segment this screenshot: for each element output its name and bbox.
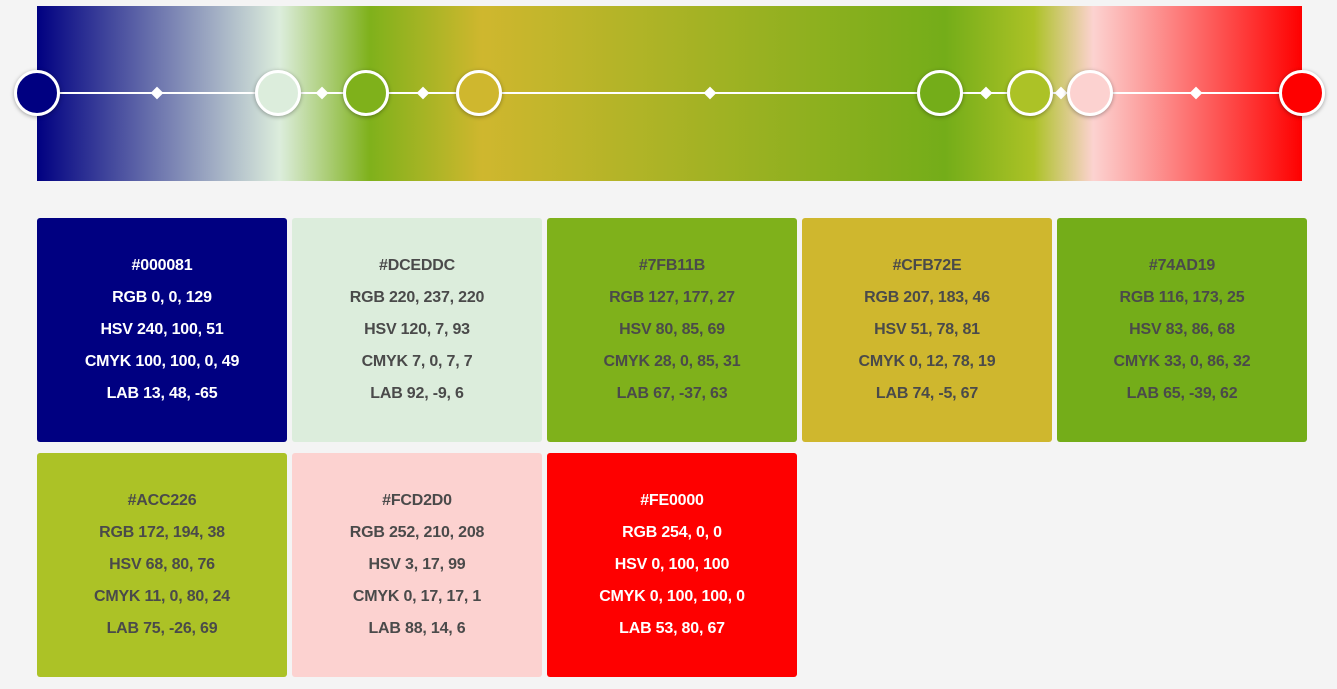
swatch-hsv: HSV 240, 100, 51 bbox=[100, 321, 224, 338]
gradient-stop-handle[interactable] bbox=[1067, 70, 1113, 116]
swatch-lab: LAB 75, -26, 69 bbox=[106, 620, 218, 637]
gradient-stop-handle[interactable] bbox=[1007, 70, 1053, 116]
swatch-hsv: HSV 3, 17, 99 bbox=[368, 556, 466, 573]
swatch-hex: #000081 bbox=[131, 257, 193, 274]
swatch-cmyk: CMYK 11, 0, 80, 24 bbox=[93, 588, 231, 605]
swatch-rgb: RGB 116, 173, 25 bbox=[1119, 289, 1245, 306]
swatch-rgb: RGB 252, 210, 208 bbox=[349, 524, 485, 541]
swatch-rgb: RGB 127, 177, 27 bbox=[609, 289, 735, 306]
swatch-hsv: HSV 68, 80, 76 bbox=[109, 556, 215, 573]
swatch-hex: #74AD19 bbox=[1148, 257, 1216, 274]
gradient-editor: #000081 RGB 0, 0, 129 HSV 240, 100, 51 C… bbox=[0, 0, 1337, 689]
color-swatch-card[interactable]: #000081 RGB 0, 0, 129 HSV 240, 100, 51 C… bbox=[37, 218, 287, 442]
swatch-cmyk: CMYK 0, 12, 78, 19 bbox=[858, 353, 996, 370]
swatch-hsv: HSV 51, 78, 81 bbox=[874, 321, 980, 338]
swatch-hex: #FE0000 bbox=[640, 492, 704, 509]
swatch-rgb: RGB 0, 0, 129 bbox=[112, 289, 212, 306]
swatch-hex: #DCEDDC bbox=[379, 257, 455, 274]
gradient-stop-handle[interactable] bbox=[255, 70, 301, 116]
swatch-rgb: RGB 220, 237, 220 bbox=[349, 289, 485, 306]
gradient-stop-handle[interactable] bbox=[14, 70, 60, 116]
swatch-hex: #FCD2D0 bbox=[382, 492, 452, 509]
color-swatch-card[interactable]: #CFB72E RGB 207, 183, 46 HSV 51, 78, 81 … bbox=[802, 218, 1052, 442]
color-swatch-card[interactable]: #7FB11B RGB 127, 177, 27 HSV 80, 85, 69 … bbox=[547, 218, 797, 442]
gradient-stop-handle[interactable] bbox=[917, 70, 963, 116]
swatch-lab: LAB 92, -9, 6 bbox=[370, 385, 464, 402]
swatch-cmyk: CMYK 33, 0, 86, 32 bbox=[1113, 353, 1251, 370]
color-swatch-card[interactable]: #ACC226 RGB 172, 194, 38 HSV 68, 80, 76 … bbox=[37, 453, 287, 677]
gradient-stop-handle[interactable] bbox=[456, 70, 502, 116]
swatch-lab: LAB 67, -37, 63 bbox=[616, 385, 728, 402]
swatch-lab: LAB 65, -39, 62 bbox=[1126, 385, 1238, 402]
swatch-cmyk: CMYK 100, 100, 0, 49 bbox=[84, 353, 240, 370]
color-swatch-card[interactable]: #DCEDDC RGB 220, 237, 220 HSV 120, 7, 93… bbox=[292, 218, 542, 442]
swatch-hsv: HSV 120, 7, 93 bbox=[364, 321, 470, 338]
swatch-cmyk: CMYK 28, 0, 85, 31 bbox=[603, 353, 741, 370]
swatch-hex: #7FB11B bbox=[638, 257, 706, 274]
swatch-lab: LAB 13, 48, -65 bbox=[106, 385, 218, 402]
swatch-lab: LAB 53, 80, 67 bbox=[619, 620, 725, 637]
color-swatch-card[interactable]: #FE0000 RGB 254, 0, 0 HSV 0, 100, 100 CM… bbox=[547, 453, 797, 677]
swatch-cmyk: CMYK 7, 0, 7, 7 bbox=[361, 353, 473, 370]
gradient-stop-handle[interactable] bbox=[343, 70, 389, 116]
swatch-lab: LAB 88, 14, 6 bbox=[368, 620, 466, 637]
swatch-cmyk: CMYK 0, 100, 100, 0 bbox=[599, 588, 745, 605]
swatch-rgb: RGB 254, 0, 0 bbox=[622, 524, 722, 541]
gradient-stop-handle[interactable] bbox=[1279, 70, 1325, 116]
swatch-hex: #ACC226 bbox=[127, 492, 197, 509]
swatch-cmyk: CMYK 0, 17, 17, 1 bbox=[352, 588, 482, 605]
swatch-hsv: HSV 80, 85, 69 bbox=[619, 321, 725, 338]
swatch-lab: LAB 74, -5, 67 bbox=[875, 385, 979, 402]
color-swatch-card[interactable]: #FCD2D0 RGB 252, 210, 208 HSV 3, 17, 99 … bbox=[292, 453, 542, 677]
swatch-hsv: HSV 0, 100, 100 bbox=[614, 556, 730, 573]
swatch-hex: #CFB72E bbox=[892, 257, 962, 274]
color-swatch-card[interactable]: #74AD19 RGB 116, 173, 25 HSV 83, 86, 68 … bbox=[1057, 218, 1307, 442]
swatch-hsv: HSV 83, 86, 68 bbox=[1129, 321, 1235, 338]
swatch-rgb: RGB 207, 183, 46 bbox=[864, 289, 990, 306]
swatch-rgb: RGB 172, 194, 38 bbox=[99, 524, 225, 541]
